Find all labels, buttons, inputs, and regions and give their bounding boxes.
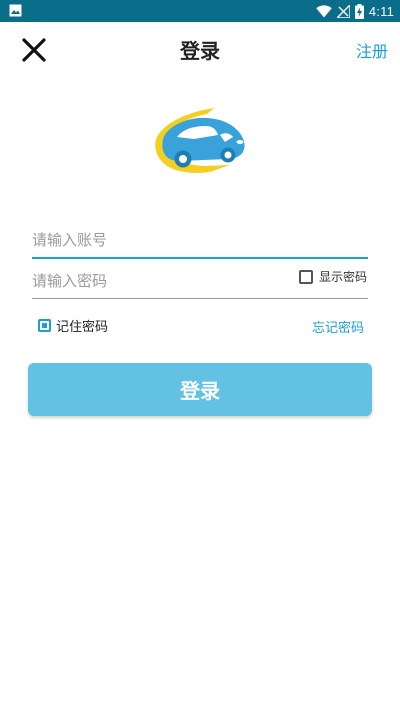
status-time: 4:11	[368, 3, 394, 19]
checked-checkbox-icon	[38, 319, 51, 332]
status-icons: 4:11	[316, 2, 394, 20]
app-bar: 登录 注册	[0, 22, 400, 74]
login-button[interactable]: 登录	[28, 363, 372, 416]
car-logo-icon	[155, 108, 245, 173]
show-password-checkbox[interactable]: 显示密码	[299, 268, 367, 285]
forgot-password-link[interactable]: 忘记密码	[312, 317, 364, 336]
page-title: 登录	[180, 39, 220, 63]
wifi-icon	[316, 4, 332, 17]
register-button[interactable]: 注册	[356, 38, 388, 62]
battery-charging-icon	[354, 3, 364, 19]
status-bar: 4:11	[0, 0, 400, 22]
image-notification-icon	[9, 4, 22, 17]
signal-icon	[336, 4, 350, 18]
remember-password-label: 记住密码	[56, 320, 109, 335]
show-password-label: 显示密码	[319, 270, 368, 284]
remember-password-checkbox[interactable]: 记住密码	[38, 316, 108, 335]
unchecked-checkbox-icon	[299, 269, 313, 284]
account-input[interactable]	[32, 225, 368, 259]
